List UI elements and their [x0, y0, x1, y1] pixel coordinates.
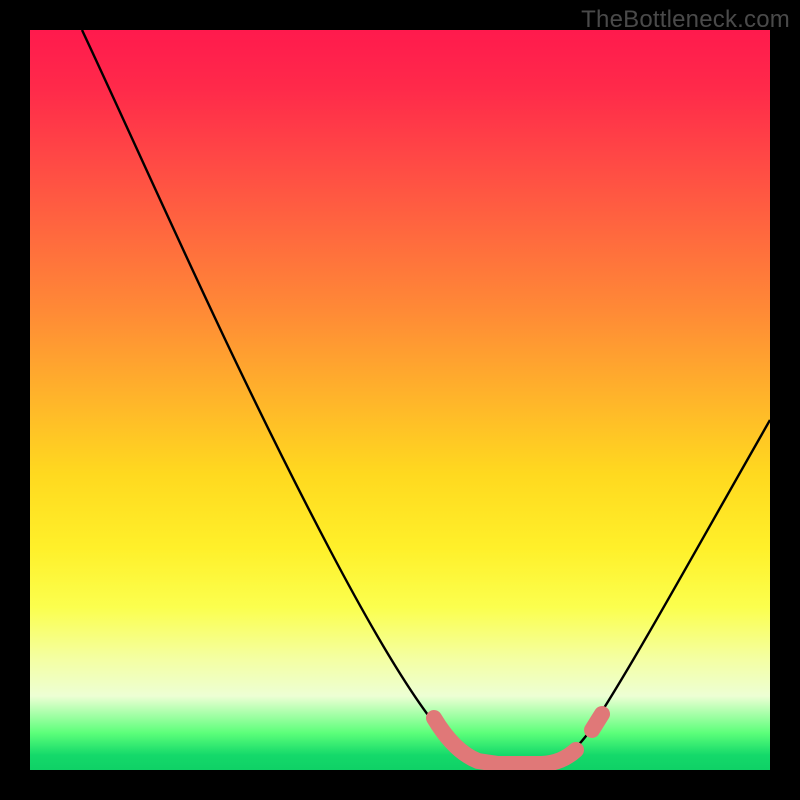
- watermark-text: TheBottleneck.com: [581, 6, 790, 34]
- highlight-blob: [592, 714, 602, 730]
- chart-frame: TheBottleneck.com: [0, 0, 800, 800]
- highlight-band: [434, 718, 576, 764]
- curve-line: [82, 30, 770, 764]
- chart-svg: [30, 30, 770, 770]
